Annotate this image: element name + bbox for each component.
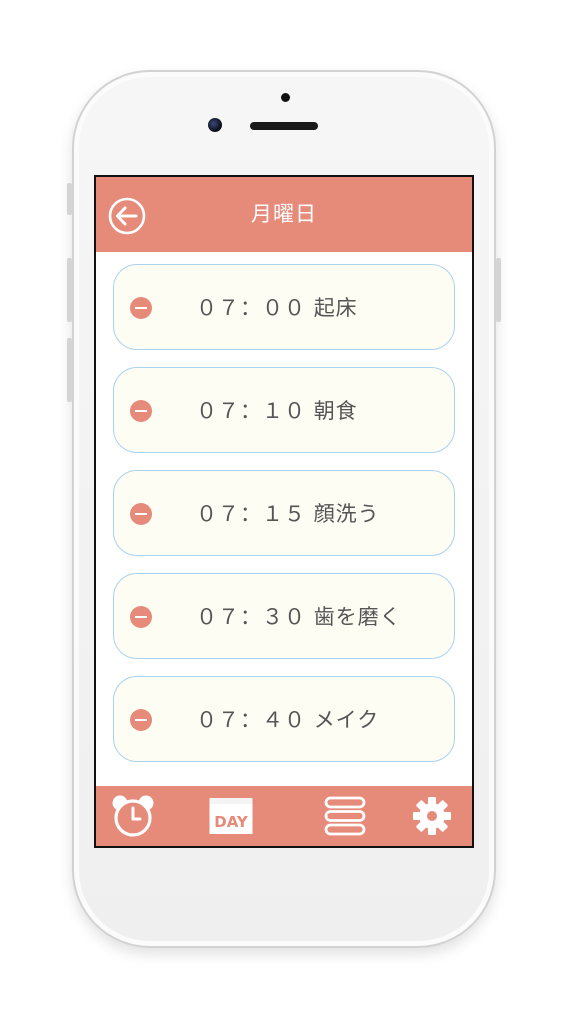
day-icon-text: DAY bbox=[214, 813, 249, 831]
schedule-item-label: 起床 bbox=[313, 296, 358, 320]
schedule-item[interactable]: ０７：３０ 歯を磨く bbox=[113, 573, 455, 659]
minus-circle-icon[interactable] bbox=[130, 709, 152, 731]
header-bar: 月曜日 bbox=[96, 177, 472, 252]
power-button bbox=[496, 258, 501, 322]
schedule-item[interactable]: ０７：１５ 顔洗う bbox=[113, 470, 455, 556]
schedule-item-text: ０７：００ 起床 bbox=[196, 265, 358, 351]
schedule-item-text: ０７：１５ 顔洗う bbox=[196, 471, 380, 557]
schedule-item-label: メイク bbox=[313, 708, 380, 732]
schedule-item-label: 朝食 bbox=[313, 399, 358, 423]
schedule-item[interactable]: ０７：００ 起床 bbox=[113, 264, 455, 350]
minus-circle-icon[interactable] bbox=[130, 400, 152, 422]
schedule-item-text: ０７：４０ メイク bbox=[196, 677, 379, 763]
schedule-item[interactable]: ０７：１０ 朝食 bbox=[113, 367, 455, 453]
front-camera bbox=[208, 118, 222, 132]
minus-circle-icon[interactable] bbox=[130, 503, 152, 525]
proximity-sensor bbox=[281, 93, 290, 102]
volume-up-button bbox=[67, 258, 72, 322]
schedule-item-label: 歯を磨く bbox=[313, 605, 402, 629]
tab-settings[interactable] bbox=[409, 794, 455, 838]
schedule-item-time: ０７：１０ bbox=[196, 399, 306, 423]
schedule-item[interactable]: ０７：４０ メイク bbox=[113, 676, 455, 762]
back-button[interactable] bbox=[108, 197, 146, 235]
page-title: 月曜日 bbox=[251, 202, 317, 226]
schedule-item-time: ０７：３０ bbox=[196, 605, 306, 629]
schedule-item-time: ０７：４０ bbox=[196, 708, 306, 732]
mute-switch bbox=[67, 183, 72, 215]
app-screen: 月曜日 ０７：００ 起床 ０７：１０ 朝食 ０７：１５ 顔洗う ０７：３０ 歯を… bbox=[94, 175, 474, 848]
earpiece-speaker bbox=[250, 122, 318, 130]
tab-day[interactable]: DAY bbox=[208, 794, 254, 838]
day-calendar-icon: DAY bbox=[209, 798, 253, 834]
schedule-item-time: ０７：００ bbox=[196, 296, 306, 320]
minus-circle-icon[interactable] bbox=[130, 297, 152, 319]
schedule-list: ０７：００ 起床 ０７：１０ 朝食 ０７：１５ 顔洗う ０７：３０ 歯を磨く ０… bbox=[113, 264, 455, 779]
volume-down-button bbox=[67, 338, 72, 402]
bottom-tab-bar: DAY bbox=[96, 786, 472, 846]
minus-circle-icon[interactable] bbox=[130, 606, 152, 628]
tab-list[interactable] bbox=[322, 794, 368, 838]
tab-alarm[interactable] bbox=[110, 794, 156, 838]
schedule-item-text: ０７：１０ 朝食 bbox=[196, 368, 358, 454]
schedule-item-time: ０７：１５ bbox=[196, 502, 306, 526]
schedule-item-text: ０７：３０ 歯を磨く bbox=[196, 574, 402, 660]
back-arrow-icon bbox=[108, 197, 146, 235]
alarm-clock-icon bbox=[112, 795, 154, 837]
schedule-item-label: 顔洗う bbox=[313, 502, 380, 526]
gear-icon bbox=[413, 797, 451, 835]
list-icon bbox=[324, 796, 366, 836]
